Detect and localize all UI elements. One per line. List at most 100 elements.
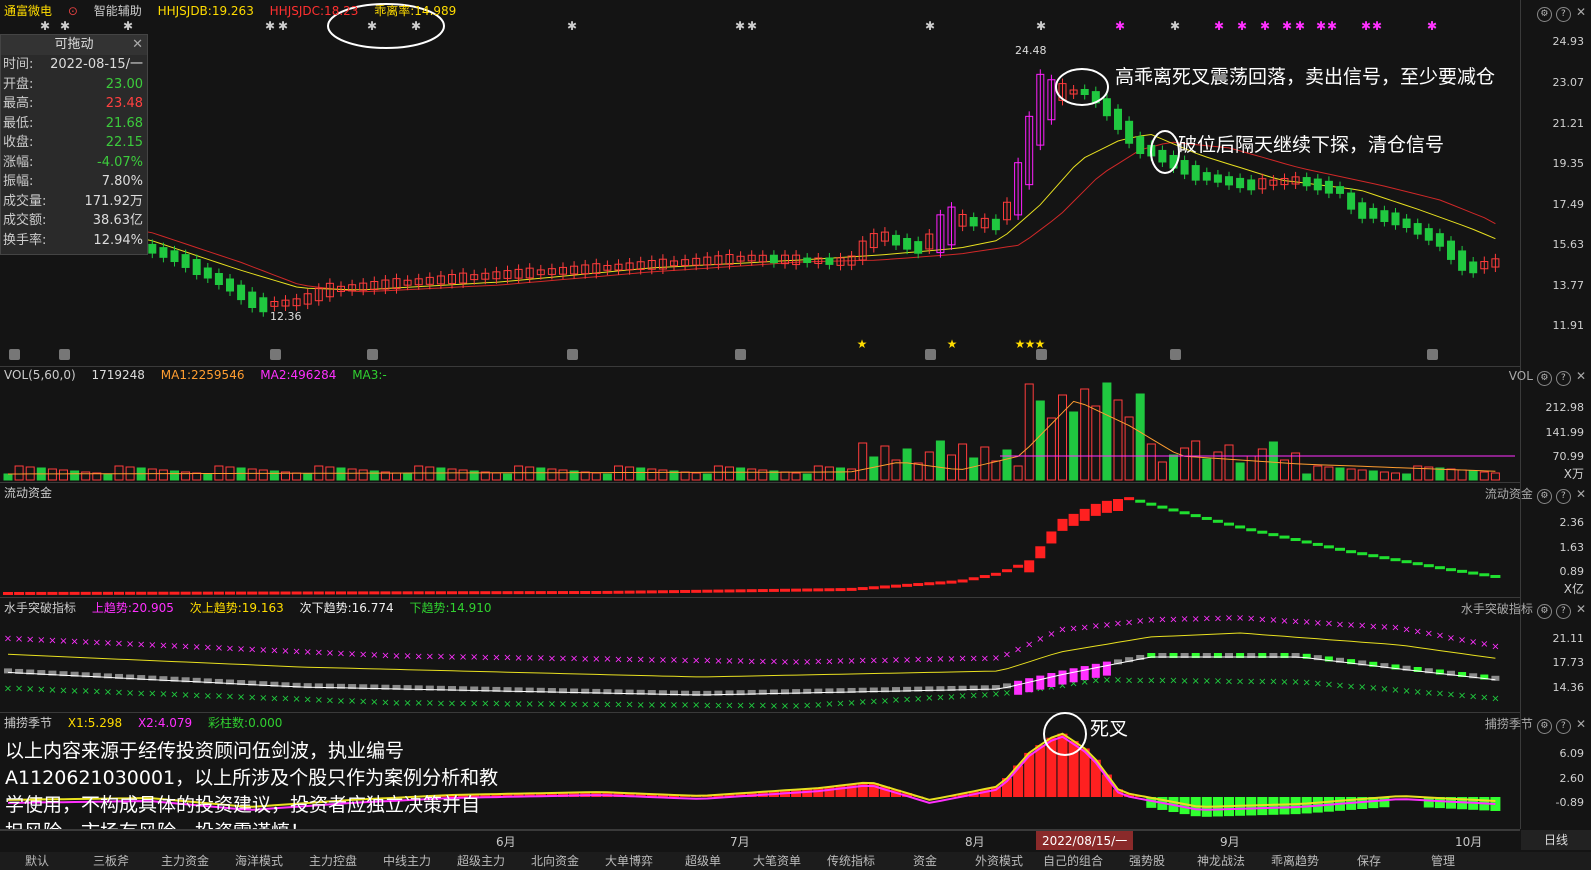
bottom-tab[interactable]: 北向资金 [518,852,592,869]
volume-panel[interactable]: VOL(5,60,0) 1719248 MA1:2259546 MA2:4962… [0,366,1520,483]
volume-bar [1246,455,1256,481]
flow-mark [447,591,457,595]
sailor-up-mark: × [725,656,733,667]
bottom-tab[interactable]: 超级主力 [444,852,518,869]
volume-bar [747,468,757,481]
season-bar [1268,797,1279,815]
sailor-down-mark: × [781,701,789,712]
bottom-tab[interactable]: 大单博弈 [592,852,666,869]
flow-mark [669,590,679,594]
sailor-up-mark: × [603,654,611,665]
bottom-tab[interactable]: 管理 [1406,852,1480,869]
season-panel[interactable]: 捕捞季节 X1:5.298 X2:4.079 彩柱数:0.000 死叉 以上内容… [0,712,1520,830]
flow-mark [1379,556,1390,560]
close-icon[interactable]: ✕ [132,35,143,55]
bottom-tab[interactable]: 资金 [888,852,962,869]
sailor-down-mark: × [1136,675,1144,686]
bottom-tab[interactable]: 默认 [0,852,74,869]
flow-mark [480,591,491,595]
flow-mark [358,591,369,595]
sailor-up-mark: × [736,656,744,667]
star-marker: ✱ [367,19,377,33]
star-icon: ★ [947,337,958,351]
info-value: -4.07% [97,154,143,170]
candle-body [214,273,223,286]
info-row: 最低: 21.68 [1,114,147,134]
candle-body [991,218,1000,231]
sailor-up-mark: × [859,656,867,667]
flow-mark [424,591,435,595]
sailor-up-mark: × [193,642,201,653]
sailor-down-mark: × [1147,676,1155,687]
bottom-tab[interactable]: 主力资金 [148,852,222,869]
sailor-up-mark: × [4,633,12,644]
volume-bar [59,469,68,481]
flow-panel[interactable]: 流动资金 [0,482,1520,598]
season-tick: 2.60 [1559,772,1585,785]
bottom-tab[interactable]: 自己的组合 [1036,852,1110,869]
sailor-controls[interactable]: 水手突破指标 ⚙? ✕ [1461,600,1586,619]
volume-bar [1257,448,1267,481]
bottom-tab[interactable]: 保存 [1332,852,1406,869]
settings-icon: ⚙ [1536,719,1552,734]
bottom-tab[interactable]: 大笔资单 [740,852,814,869]
volume-bar [880,445,890,481]
volume-bar [358,469,368,481]
kline-controls[interactable]: ⚙? ✕ [1533,5,1586,22]
flow-mark [1323,545,1334,549]
bottom-tab[interactable]: 三板斧 [74,852,148,869]
bottom-tab[interactable]: 传统指标 [814,852,888,869]
flow-controls[interactable]: 流动资金 ⚙? ✕ [1485,485,1586,504]
sailor-header: 水手突破指标 上趋势:20.905 次上趋势:19.163 次下趋势:16.77… [4,599,504,616]
flow-mark [1235,525,1246,529]
info-value: 12.94% [93,232,143,248]
bottom-tab[interactable]: 中线主力 [370,852,444,869]
bottom-tab[interactable]: 超级单 [666,852,740,869]
sailor-down-mark: × [4,683,12,694]
volume-bar [824,466,834,481]
season-controls[interactable]: 捕捞季节 ⚙? ✕ [1485,715,1586,734]
volume-bar [647,468,657,481]
sailor-up-mark: × [759,656,767,667]
volume-controls[interactable]: VOL ⚙? ✕ [1509,369,1586,386]
flow-mark [158,591,169,595]
vol-ma1: MA1:2259546 [160,368,245,382]
stock-name[interactable]: 通富微电 [4,4,52,18]
sailor-up-mark: × [847,656,855,667]
period-button[interactable]: 日线 [1521,830,1591,850]
sailor-label: 水手突破指标 [4,601,77,615]
bottom-tab[interactable]: 主力控盘 [296,852,370,869]
sailor-up-mark: × [82,637,90,648]
sailor-down-mark: × [970,691,978,702]
sailor-up-mark: × [1425,629,1433,640]
sailor-down-mark: × [270,693,278,704]
selected-date[interactable]: 2022/08/15/一 [1036,831,1134,850]
sailor-up-mark: × [881,655,889,666]
info-box-title[interactable]: 可拖动 ✕ [1,35,147,55]
volume-bar [1391,472,1400,481]
sailor-up-mark: × [70,636,78,647]
bottom-tab[interactable]: 神龙战法 [1184,852,1258,869]
sailor-up-mark: × [459,652,467,663]
volume-bar [458,469,468,481]
flow-mark [1224,522,1234,526]
candle-body [1380,210,1389,222]
bottom-tab[interactable]: 海洋模式 [222,852,296,869]
settings-icon: ⚙ [1536,7,1552,22]
sailor-down-mark: × [748,701,756,712]
flow-mark [1212,519,1223,523]
bottom-tab[interactable]: 强势股 [1110,852,1184,869]
bottom-tab[interactable]: 外资模式 [962,852,1036,869]
sailor-up-mark: × [1192,614,1200,625]
assist-label[interactable]: 智能辅助 [94,4,142,18]
sailor-panel[interactable]: × × × × × × × × × × × × × × × × × × × × × × × × × × × × × × × × × × × × × × × ×… [0,597,1520,713]
sailor-down-mark: × [1336,680,1344,691]
dropdown-icon[interactable]: ⊙ [68,4,78,18]
info-box[interactable]: 可拖动 ✕ 时间: 2022-08-15/一 开盘: 23.00 最高: 23.48 最低: 2… [0,34,148,255]
sailor-bar [1080,666,1089,681]
kline-panel[interactable]: ✱ ✱ ✱ ✱ ✱ ✱ ✱ ✱ ✱ ✱ ✱ ✱ ✱ ✱ ✱ ✱ ✱ ✱ ✱ ✱ ✱ ✱ ✱ ✱ ✱ ★ ★ ★ ★ ★ 通富微电 ⊙ 智能… [0,0,1520,367]
sailor-up-mark: × [15,634,23,645]
flow-mark [968,577,979,581]
season-bar [824,786,835,797]
bottom-tab[interactable]: 乖离趋势 [1258,852,1332,869]
